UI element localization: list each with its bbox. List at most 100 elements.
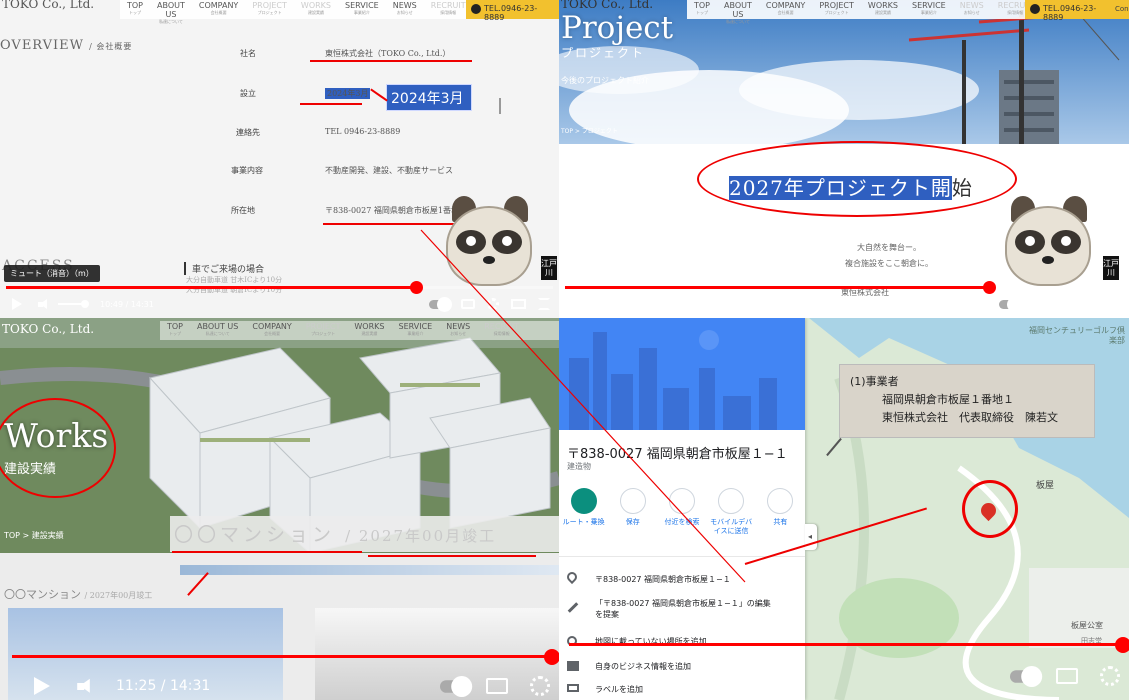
progress-scrubber[interactable] [1115,637,1129,653]
annotation-arrow [187,572,209,596]
nav-item-service[interactable]: SERVICE 事業紹介 [905,0,953,15]
place-type: 建造物 [567,462,591,471]
progress-bar[interactable] [565,281,1123,294]
action-label: 保存 [625,518,640,526]
nav-item-about-us[interactable]: ABOUT US 私達について [190,321,245,336]
nav-item-top[interactable]: TOP トップ [687,0,717,15]
theater-mode-icon[interactable] [511,299,526,309]
volume-icon[interactable] [38,298,52,310]
tel-badge[interactable]: TEL.0946-23-8889 [466,0,559,22]
map-label-itaya[interactable]: 板屋 [1036,478,1054,491]
nav-item-top[interactable]: TOP トップ [160,321,190,336]
nav-item-project[interactable]: PROJECT プロジェクト [812,0,861,15]
nav-item-news[interactable]: NEWS お知らせ [953,0,991,15]
progress-played [12,655,552,658]
tanuki-mascot [446,196,538,290]
fullscreen-icon[interactable] [1108,298,1120,310]
contact-badge[interactable]: Con [1115,0,1129,19]
play-icon[interactable] [593,667,609,685]
mute-tooltip: ミュート（消音）（m） [4,265,100,282]
play-icon[interactable] [12,298,22,310]
nav-item-service[interactable]: SERVICE 事業紹介 [391,321,439,336]
nav-item-works[interactable]: WORKS 建設実績 [294,0,338,15]
subtitles-icon[interactable] [1031,299,1045,309]
progress-scrubber[interactable] [409,281,423,294]
tel-badge[interactable]: TEL.0946-23-8889 [1025,0,1115,22]
underline-annotation [368,555,536,557]
underline-annotation [310,60,472,62]
site-logo[interactable]: TOKO Co., Ltd. [2,322,94,336]
document-line: 東恒株式会社 代表取締役 陳若文 [882,411,1058,424]
volume-icon[interactable] [597,298,611,310]
tanuki-mascot [1005,196,1097,290]
nav-item-top[interactable]: TOP トップ [120,0,150,15]
info-value: TEL 0946-23-8889 [325,127,401,136]
play-icon[interactable] [571,298,581,310]
map-label-itaya-park[interactable]: 板屋公室 [1071,620,1103,631]
nav-item-works[interactable]: WORKS 建設実績 [861,0,905,15]
action-share[interactable]: 共有 [757,488,803,536]
nav-item-news[interactable]: NEWS お知らせ [439,321,477,336]
autoplay-toggle[interactable] [999,296,1022,312]
progress-played [569,643,1124,646]
action-nearby[interactable]: 付近を検索 [659,488,705,536]
nav-item-company[interactable]: COMPANY 会社概要 [245,321,298,336]
nav-item-works[interactable]: WORKS 建設実績 [347,321,391,336]
text-cursor [499,98,501,114]
video-frame-overview: TOKO Co., Ltd. TOP トップ ABOUT US 私達について COMPA… [0,0,559,318]
breadcrumb[interactable]: TOP > プロジェクト [561,126,618,135]
suggest-edit-link[interactable]: 「〒838-0027 福岡県朝倉市板屋１−１」の編集を提案 [595,598,771,620]
subtitles-icon[interactable] [486,678,508,694]
player-controls: 11:53 / 14:31 [559,664,1129,688]
info-label: 事業内容 [231,166,263,175]
volume-icon[interactable] [77,678,97,693]
breadcrumb[interactable]: TOP > 建設実績 [4,530,64,541]
progress-scrubber[interactable] [543,649,559,665]
nav-item-company[interactable]: COMPANY 会社概要 [759,0,812,15]
detail-address[interactable]: 〒838-0027 福岡県朝倉市板屋１−１ [595,574,731,585]
nav-item-service[interactable]: SERVICE 事業紹介 [338,0,386,15]
nav-item-company[interactable]: COMPANY 会社概要 [192,0,245,15]
time-display: 11:53 / 14:31 [675,668,770,684]
settings-gear-icon[interactable] [530,676,550,696]
action-label: モバイルデバイスに送信 [710,518,753,535]
progress-scrubber[interactable] [982,281,996,294]
nav-item-about-us[interactable]: ABOUT US 私達について [150,0,192,24]
action-directions[interactable]: ルート・乗換 [561,488,607,536]
volume-icon[interactable] [636,668,656,683]
nav-item-project[interactable]: PROJECT プロジェクト [299,321,348,336]
settings-gear-icon[interactable] [487,298,499,310]
autoplay-toggle[interactable] [429,296,452,312]
channel-badge: 江戸川 [1103,256,1119,280]
progress-bar[interactable] [569,637,1129,653]
channel-badge: 江戸川 [541,256,557,280]
autoplay-toggle[interactable] [440,675,473,697]
play-icon[interactable] [34,677,50,695]
circle-annotation [697,141,1017,217]
fullscreen-icon[interactable] [538,298,550,310]
nav-item-recruit[interactable]: RECRUIT 採用情報 [477,321,526,336]
progress-bar[interactable] [6,281,553,294]
autoplay-toggle[interactable] [1010,665,1043,687]
settings-gear-icon[interactable] [1057,298,1069,310]
hero-description: 今後のプロジェクト紹介 [561,76,649,85]
edit-pencil-icon [567,602,579,613]
player-controls: 11:25 / 14:31 [0,674,559,698]
map-label-golf[interactable]: 福岡センチュリーゴルフ倶楽部 [1029,326,1125,346]
nav-item-news[interactable]: NEWS お知らせ [386,0,424,15]
nav-item-project[interactable]: PROJECT プロジェクト [245,0,294,15]
progress-bar[interactable] [12,649,559,665]
volume-slider[interactable] [58,300,89,308]
action-bookmark[interactable]: 保存 [610,488,656,536]
car-access-title: 車でご来場の場合 [184,262,264,275]
settings-gear-icon[interactable] [1100,666,1120,686]
action-phone[interactable]: モバイルデバイスに送信 [708,488,754,536]
theater-mode-icon[interactable] [1081,299,1096,309]
site-logo[interactable]: TOKO Co., Ltd. [2,0,94,11]
car-access-line: 大分自動車道 甘木ICより10分 [186,276,283,284]
nav-item-about-us[interactable]: ABOUT US 私達について [717,0,759,24]
subtitles-icon[interactable] [1056,668,1078,684]
overview-heading: OVERVIEW / 会社概要 [0,38,133,53]
site-nav: TOP トップ ABOUT US 私達について COMPANY 会社概要 PROJECT プロ… [120,0,466,24]
subtitles-icon[interactable] [461,299,475,309]
